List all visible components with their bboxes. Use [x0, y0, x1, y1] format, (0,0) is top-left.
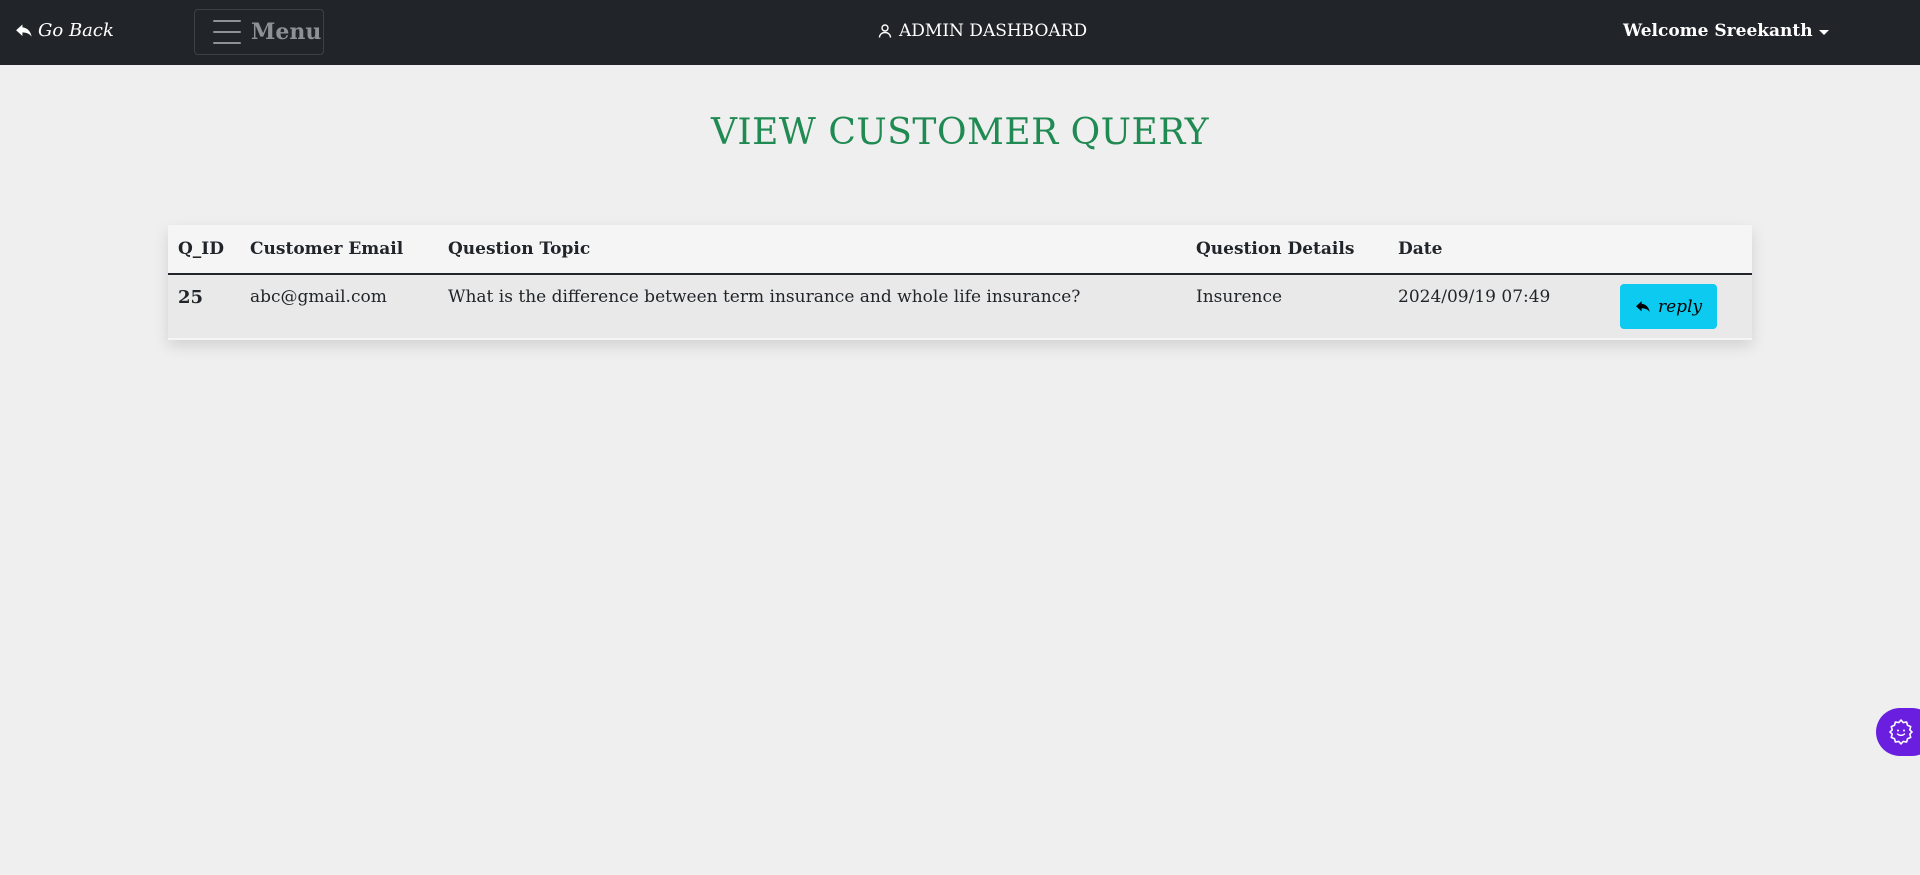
menu-label: Menu	[251, 19, 322, 45]
col-header-details: Question Details	[1196, 239, 1355, 259]
cell-action: reply	[1610, 274, 1752, 338]
col-header-topic: Question Topic	[448, 239, 591, 259]
user-dropdown[interactable]: Welcome Sreekanth	[1623, 21, 1829, 41]
hamburger-icon	[213, 20, 241, 44]
col-header-email: Customer Email	[250, 239, 404, 259]
welcome-text: Welcome Sreekanth	[1623, 21, 1813, 41]
dashboard-title-text: ADMIN DASHBOARD	[899, 21, 1088, 41]
dashboard-title: ADMIN DASHBOARD	[877, 21, 1087, 41]
col-header-qid: Q_ID	[178, 239, 225, 259]
page-title: VIEW CUSTOMER QUERY	[710, 112, 1210, 153]
reply-button-label: reply	[1658, 296, 1703, 317]
go-back-label: Go Back	[38, 20, 114, 41]
table-header-row: Q_ID Customer Email Question Topic Quest…	[168, 225, 1752, 274]
customer-query-table: Q_ID Customer Email Question Topic Quest…	[168, 225, 1752, 338]
top-navbar: Go Back Menu ADMIN DASHBOARD Welcome Sre…	[0, 0, 1920, 65]
customer-query-table-card: Q_ID Customer Email Question Topic Quest…	[168, 225, 1752, 340]
go-back-link[interactable]: Go Back	[15, 20, 114, 41]
user-icon	[878, 24, 892, 38]
reply-arrow-icon	[1636, 300, 1650, 312]
caret-down-icon	[1818, 29, 1829, 35]
settings-gear-icon	[1889, 719, 1913, 745]
cell-qid: 25	[178, 287, 204, 308]
reply-button[interactable]: reply	[1620, 284, 1718, 329]
cell-email: abc@gmail.com	[250, 287, 387, 307]
col-header-date: Date	[1398, 239, 1443, 259]
cell-date: 2024/09/19 07:49	[1398, 287, 1551, 307]
menu-toggle-button[interactable]: Menu	[194, 9, 324, 55]
cell-details: Insurence	[1196, 287, 1283, 307]
table-row: 25 abc@gmail.com What is the difference …	[168, 274, 1752, 338]
cell-topic: What is the difference between term insu…	[448, 287, 1081, 307]
settings-widget-button[interactable]	[1876, 708, 1920, 756]
reply-arrow-icon	[16, 23, 32, 37]
col-header-action	[1610, 225, 1752, 274]
